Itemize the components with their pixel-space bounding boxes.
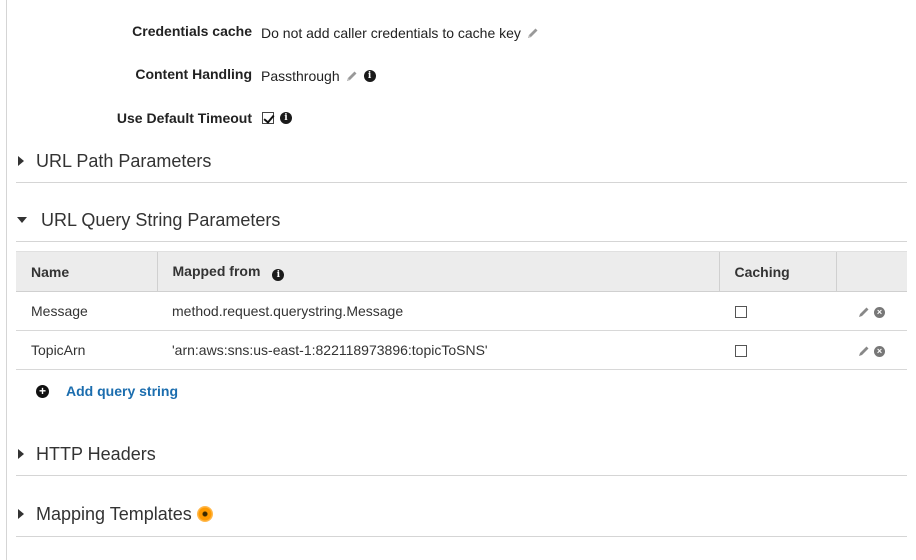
content-handling-label: Content Handling	[135, 66, 252, 82]
row-name: TopicArn	[31, 342, 86, 358]
default-timeout-row: Use Default Timeout i	[0, 108, 600, 128]
delete-icon[interactable]: ×	[874, 345, 885, 357]
section-title: HTTP Headers	[36, 443, 156, 464]
caching-checkbox[interactable]	[735, 345, 747, 358]
orange-badge-icon	[196, 506, 213, 522]
query-string-table: Name Mapped from i Caching Message metho…	[16, 251, 907, 370]
caching-checkbox[interactable]	[735, 306, 747, 319]
section-url-query-string-parameters[interactable]: URL Query String Parameters	[16, 199, 907, 242]
add-query-string-button[interactable]: + Add query string	[36, 383, 178, 399]
credentials-cache-row: Credentials cache Do not add caller cred…	[0, 23, 600, 43]
default-timeout-label: Use Default Timeout	[116, 110, 252, 126]
column-header-name: Name	[16, 251, 157, 292]
column-header-mapped-from: Mapped from i	[156, 251, 719, 292]
content-handling-value-group: Passthrough i	[261, 68, 376, 84]
table-header-row: Name Mapped from i Caching	[16, 251, 907, 292]
row-mapped-from: 'arn:aws:sns:us-east-1:822118973896:topi…	[172, 342, 488, 358]
caret-right-icon	[18, 449, 24, 459]
section-title: URL Path Parameters	[36, 150, 212, 171]
delete-icon[interactable]: ×	[874, 306, 885, 318]
caret-down-icon	[17, 217, 27, 223]
table-row: Message method.request.querystring.Messa…	[16, 292, 907, 331]
caret-right-icon	[18, 509, 24, 519]
info-icon[interactable]: i	[272, 268, 285, 281]
content-handling-row: Content Handling Passthrough i	[0, 66, 600, 86]
add-query-string-label: Add query string	[66, 383, 179, 399]
default-timeout-checkbox[interactable]	[262, 112, 274, 124]
section-mapping-templates[interactable]: Mapping Templates	[16, 492, 907, 537]
content-handling-value: Passthrough	[261, 68, 340, 84]
row-name: Message	[31, 303, 88, 319]
section-http-headers[interactable]: HTTP Headers	[16, 433, 907, 476]
credentials-cache-label: Credentials cache	[132, 23, 252, 39]
caret-right-icon	[18, 156, 24, 166]
column-header-actions	[835, 251, 907, 292]
section-url-path-parameters[interactable]: URL Path Parameters	[16, 140, 907, 183]
info-icon[interactable]: i	[280, 112, 292, 124]
credentials-cache-value-group: Do not add caller credentials to cache k…	[261, 25, 539, 41]
column-header-caching: Caching	[718, 251, 836, 292]
default-timeout-value-group: i	[262, 112, 292, 124]
section-title: URL Query String Parameters	[41, 209, 281, 230]
pencil-icon[interactable]	[858, 306, 870, 318]
section-title: Mapping Templates	[36, 503, 192, 524]
pencil-icon[interactable]	[527, 27, 539, 39]
row-mapped-from: method.request.querystring.Message	[172, 303, 404, 319]
pencil-icon[interactable]	[858, 345, 870, 357]
table-row: TopicArn 'arn:aws:sns:us-east-1:82211897…	[16, 331, 907, 370]
info-icon[interactable]: i	[363, 70, 376, 82]
plus-circle-icon: +	[36, 384, 49, 398]
credentials-cache-value: Do not add caller credentials to cache k…	[261, 25, 521, 41]
pencil-icon[interactable]	[346, 70, 358, 82]
